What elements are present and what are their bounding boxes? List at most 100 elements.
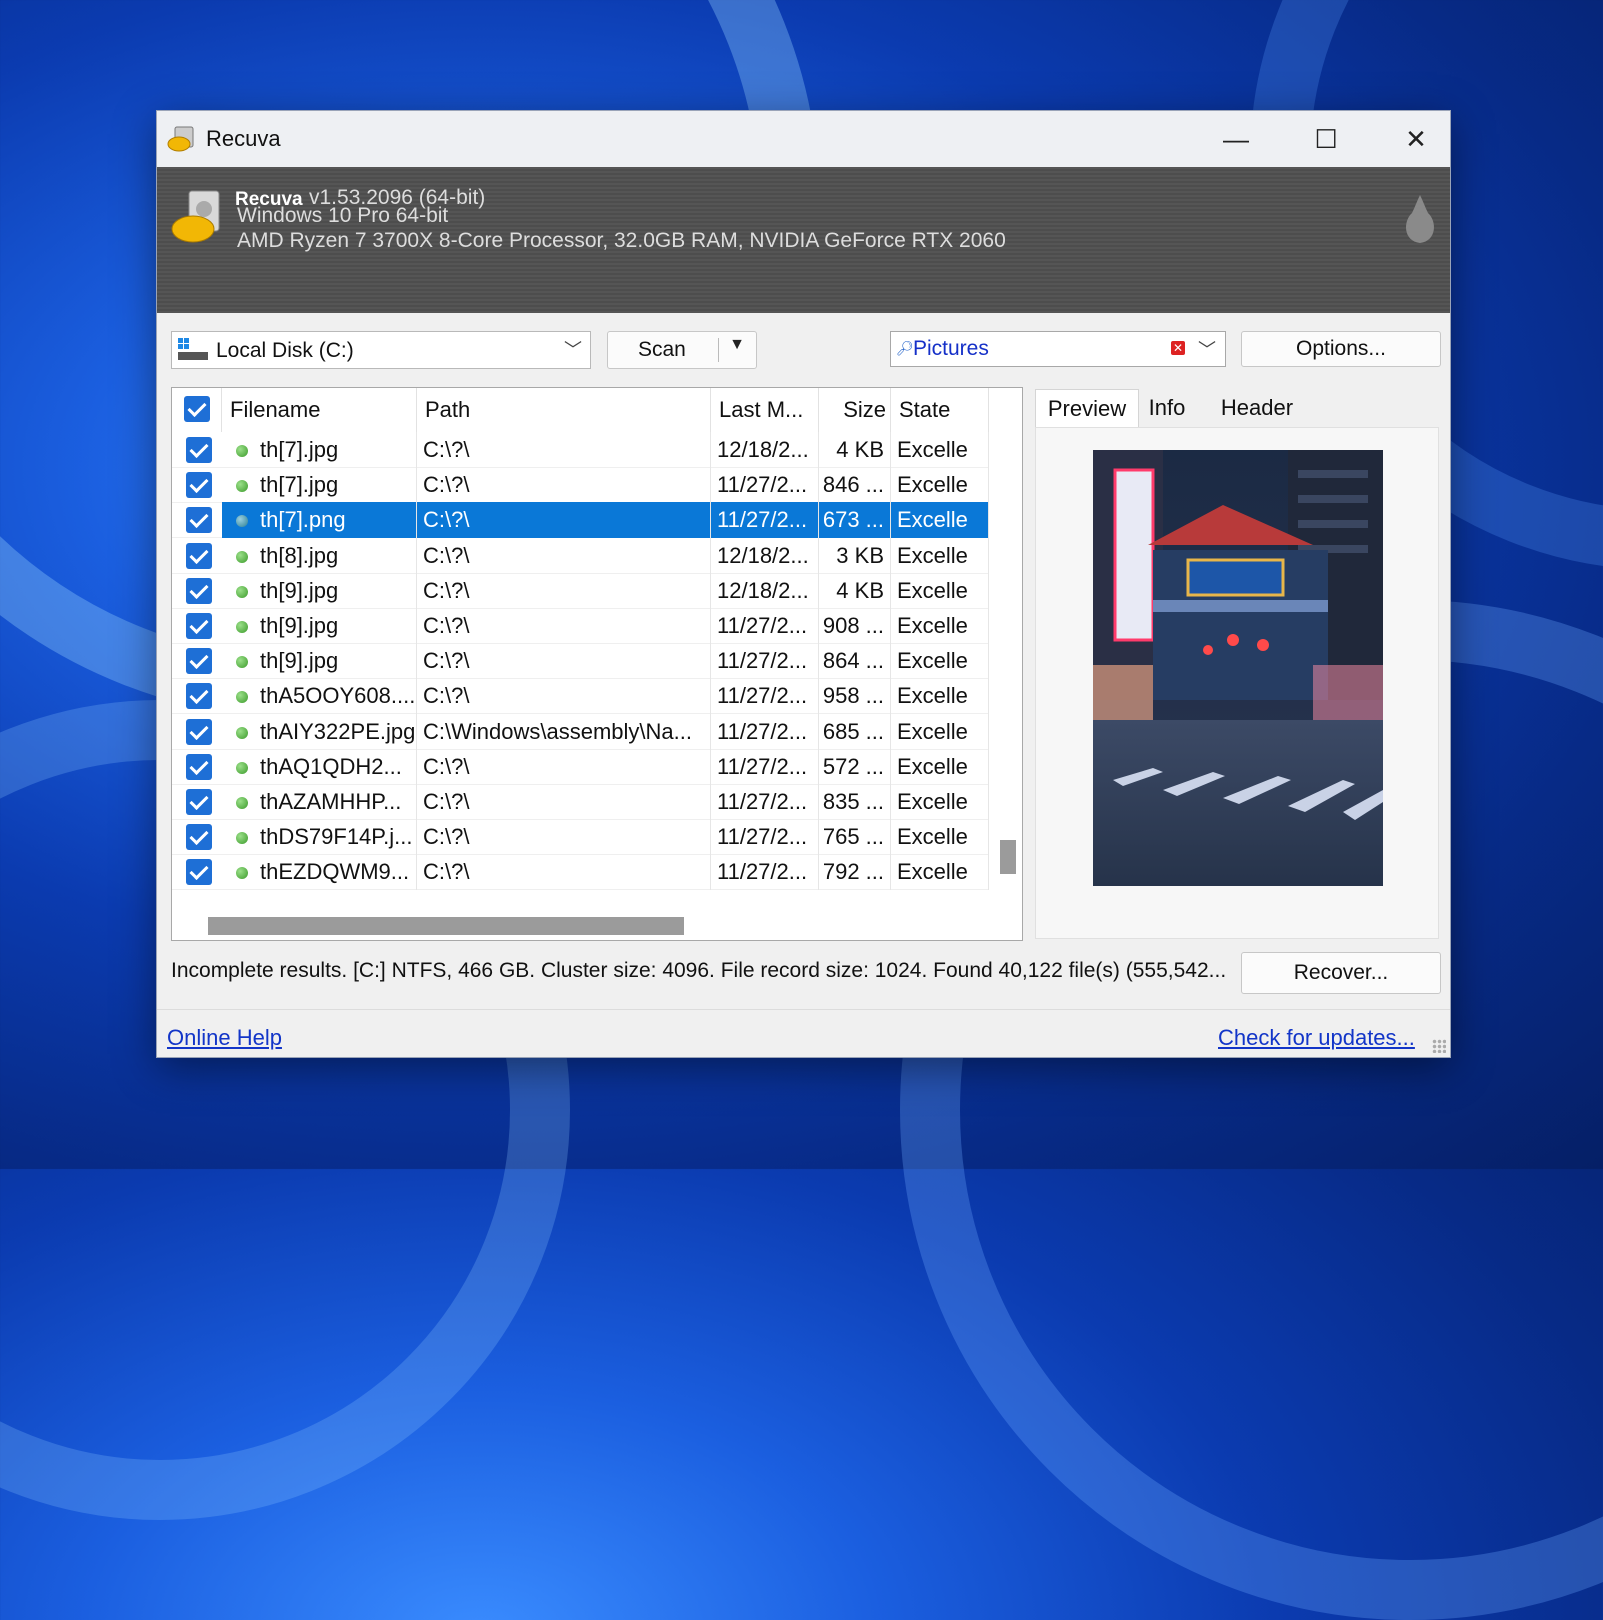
state-cell: Excelle [891,467,989,504]
clear-filter-icon[interactable]: ✕ [1171,341,1185,355]
chevron-down-icon: ﹀ [564,340,582,360]
filename-cell: th[9].jpg [222,643,417,680]
modified-cell: 11/27/2... [711,784,819,820]
tab-info[interactable]: Info [1137,389,1197,427]
chevron-down-icon[interactable]: ﹀ [1198,336,1216,362]
file-status-dot-icon [236,550,248,563]
filename-cell: th[7].jpg [222,432,417,468]
table-row[interactable]: thAQ1QDH2... C:\?\ 11/27/2... 572 ... Excell… [172,748,989,785]
scan-divider [718,338,719,362]
minimize-button[interactable]: — [1191,111,1281,167]
file-status-dot-icon [236,445,248,457]
modified-cell: 12/18/2... [711,572,819,609]
table-row[interactable]: th[7].jpg C:\?\ 12/18/2... 4 KB Excelle [172,432,989,468]
column-filename[interactable]: Filename [222,388,417,432]
file-status-dot-icon [236,726,248,739]
path-cell: C:\?\ [417,784,711,820]
row-checkbox[interactable] [186,824,212,851]
size-cell: 4 KB [819,572,891,609]
row-checkbox[interactable] [186,613,212,639]
size-cell: 673 ... [819,502,891,539]
row-checkbox[interactable] [186,648,212,675]
maximize-button[interactable]: ☐ [1281,111,1371,167]
table-row[interactable]: thAIY322PE.jpg C:\Windows\assembly\Na... 1… [172,713,989,750]
row-checkbox[interactable] [186,859,212,886]
options-button[interactable]: Options... [1241,331,1441,367]
table-row[interactable]: th[8].jpg C:\?\ 12/18/2... 3 KB Excelle [172,537,989,574]
search-icon: 🔎︎ [896,340,914,356]
row-checkbox[interactable] [186,542,212,569]
online-help-link[interactable]: Online Help [167,1025,282,1051]
row-checkbox[interactable] [186,789,212,815]
file-type-filter[interactable]: 🔎︎ Pictures ✕ ﹀ [890,331,1226,367]
drive-dropdown[interactable]: Local Disk (C:) ﹀ [171,331,591,369]
list-header: Filename Path Last M... Size State ^ [172,388,989,432]
row-checkbox[interactable] [186,437,212,463]
details-tabs: Preview Info Header [1035,387,1439,428]
filename-cell: thAQ1QDH2... [222,748,417,785]
tab-header[interactable]: Header [1207,389,1307,427]
row-checkbox[interactable] [186,472,212,499]
modified-cell: 12/18/2... [711,537,819,574]
table-row[interactable]: th[9].jpg C:\?\ 11/27/2... 908 ... Excelle [172,608,989,644]
modified-cell: 11/27/2... [711,819,819,856]
path-cell: C:\?\ [417,819,711,856]
tab-preview[interactable]: Preview [1035,389,1139,428]
modified-cell: 11/27/2... [711,502,819,539]
resize-grip[interactable] [1432,1039,1446,1053]
scan-dropdown-icon[interactable]: ▼ [722,336,752,354]
size-cell: 572 ... [819,748,891,785]
path-cell: C:\?\ [417,572,711,609]
size-cell: 908 ... [819,608,891,644]
horizontal-scrollbar-thumb[interactable] [208,917,684,935]
table-row[interactable]: th[7].jpg C:\?\ 11/27/2... 846 ... Excelle [172,467,989,504]
close-button[interactable]: ✕ [1371,111,1461,167]
size-cell: 685 ... [819,713,891,750]
path-cell: C:\?\ [417,748,711,785]
state-cell: Excelle [891,713,989,750]
vertical-scrollbar-thumb[interactable] [1000,840,1016,874]
table-row[interactable]: thAZAMHHP... C:\?\ 11/27/2... 835 ... Excell… [172,784,989,820]
row-checkbox[interactable] [186,683,212,710]
scan-button[interactable]: Scan ▼ [607,331,757,369]
recuva-hardhat-icon [167,126,194,152]
check-updates-link[interactable]: Check for updates... [1218,1025,1415,1051]
table-row[interactable]: th[9].jpg C:\?\ 11/27/2... 864 ... Excelle [172,643,989,680]
column-path[interactable]: Path [417,388,711,432]
table-row[interactable]: th[7].png C:\?\ 11/27/2... 673 ... Excelle [172,502,989,539]
table-row[interactable]: th[9].jpg C:\?\ 12/18/2... 4 KB Excelle [172,572,989,609]
recover-button[interactable]: Recover... [1241,952,1441,994]
table-row[interactable]: thDS79F14P.j... C:\?\ 11/27/2... 765 ... Exc… [172,819,989,856]
size-cell: 958 ... [819,678,891,715]
filename-cell: th[9].jpg [222,608,417,644]
column-state[interactable]: State [891,388,989,432]
row-checkbox[interactable] [186,577,212,604]
path-cell: C:\?\ [417,467,711,504]
column-size[interactable]: Size [819,388,891,432]
preview-area [1035,427,1439,939]
row-checkbox[interactable] [186,718,212,745]
filename-cell: th[7].png [222,502,417,539]
table-row[interactable]: thEZDQWM9... C:\?\ 11/27/2... 792 ... Excell… [172,854,989,891]
select-all-checkbox[interactable] [184,396,210,422]
path-cell: C:\?\ [417,502,711,539]
size-cell: 792 ... [819,854,891,891]
column-last-modified[interactable]: Last M... [711,388,819,432]
state-cell: Excelle [891,819,989,856]
size-cell: 846 ... [819,467,891,504]
preview-image [1093,450,1383,886]
row-checkbox[interactable] [186,753,212,780]
system-info-banner: Recuva v1.53.2096 (64-bit) Windows 10 Pr… [157,167,1450,313]
scan-status: Incomplete results. [C:] NTFS, 466 GB. C… [171,959,1227,982]
row-checkbox[interactable] [186,507,212,534]
state-cell: Excelle [891,784,989,820]
file-status-dot-icon [236,761,248,774]
hardware-info: AMD Ryzen 7 3700X 8-Core Processor, 32.0… [237,229,1006,252]
filename-cell: th[9].jpg [222,572,417,609]
size-cell: 765 ... [819,819,891,856]
size-cell: 864 ... [819,643,891,680]
table-row[interactable]: thA5OOY608.... C:\?\ 11/27/2... 958 ... Exce… [172,678,989,715]
filename-cell: thA5OOY608.... [222,678,417,715]
file-status-dot-icon [236,797,248,809]
filename-cell: th[7].jpg [222,467,417,504]
